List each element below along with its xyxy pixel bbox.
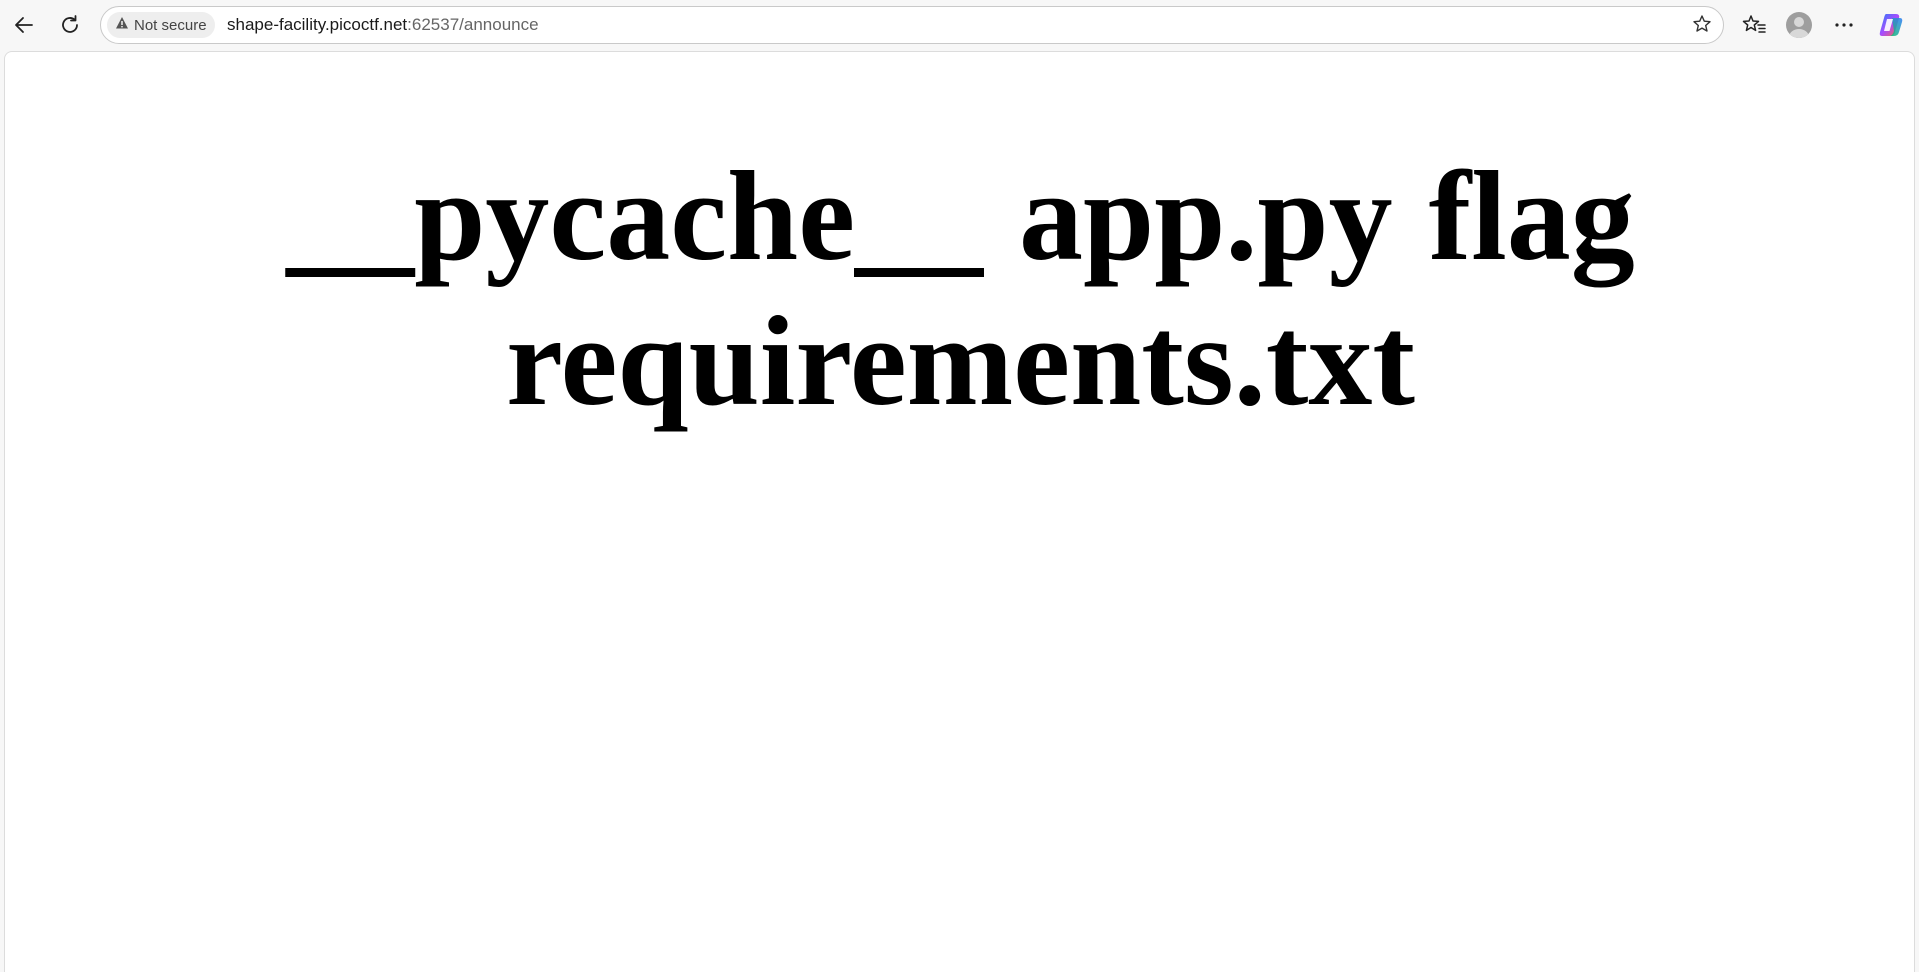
site-info-button[interactable]: Not secure xyxy=(107,12,215,38)
reload-button[interactable] xyxy=(52,7,88,43)
browser-toolbar: Not secure shape-facility.picoctf.net:62… xyxy=(0,0,1919,50)
security-label: Not secure xyxy=(134,16,207,34)
url-path: :62537/announce xyxy=(407,15,539,34)
more-menu-button[interactable] xyxy=(1826,7,1862,43)
address-bar[interactable]: Not secure shape-facility.picoctf.net:62… xyxy=(100,6,1724,44)
reload-icon xyxy=(59,14,81,36)
favorites-icon xyxy=(1742,14,1766,36)
back-arrow-icon xyxy=(13,14,35,36)
back-button[interactable] xyxy=(6,7,42,43)
copilot-button[interactable] xyxy=(1873,7,1909,43)
star-icon xyxy=(1692,14,1712,39)
favorite-star-button[interactable] xyxy=(1689,13,1715,39)
copilot-icon xyxy=(1877,11,1905,39)
more-dots-icon xyxy=(1833,14,1855,36)
favorites-button[interactable] xyxy=(1736,7,1772,43)
profile-avatar-icon xyxy=(1786,12,1812,38)
page-viewport: __pycache__ app.py flag requirements.txt xyxy=(4,51,1915,972)
page-heading: __pycache__ app.py flag requirements.txt xyxy=(286,145,1635,432)
url-text[interactable]: shape-facility.picoctf.net:62537/announc… xyxy=(227,15,539,35)
profile-button[interactable] xyxy=(1781,7,1817,43)
url-host: shape-facility.picoctf.net xyxy=(227,15,408,34)
warning-triangle-icon xyxy=(115,16,129,35)
